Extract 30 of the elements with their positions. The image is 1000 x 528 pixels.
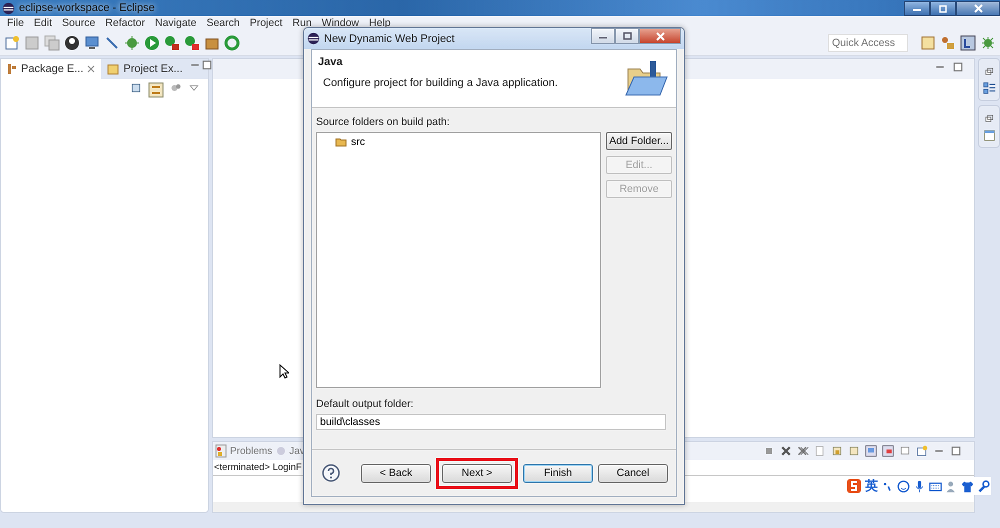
dialog-button[interactable]: < Back	[361, 464, 431, 482]
menu-item[interactable]: Window	[316, 17, 364, 29]
dialog-title: New Dynamic Web Project	[324, 32, 455, 44]
view-tab[interactable]: Project Ex...	[101, 59, 189, 79]
menu-item[interactable]: Refactor	[100, 17, 150, 29]
quick-access-field[interactable]: Quick Access	[828, 34, 908, 52]
menu-item[interactable]: Navigate	[150, 17, 202, 29]
source-folder-item[interactable]: src	[317, 135, 371, 149]
dialog-button[interactable]: Cancel	[598, 464, 668, 482]
view-tab[interactable]: Package E...	[1, 59, 102, 79]
menu-item[interactable]: Run	[287, 17, 317, 29]
menu-item[interactable]: Search	[201, 17, 245, 29]
page-heading: Java	[318, 56, 344, 68]
dialog-button[interactable]: Finish	[523, 464, 593, 482]
menu-item[interactable]: Edit	[28, 17, 58, 29]
source-folders-label: Source folders on build path:	[316, 116, 451, 128]
source-folder-list[interactable]: src	[316, 132, 601, 388]
output-folder-field[interactable]: build\classes	[316, 414, 666, 430]
page-description: Configure project for building a Java application.	[322, 77, 559, 89]
menu-item[interactable]: Source	[57, 17, 100, 29]
menu-item[interactable]: File	[2, 17, 29, 29]
window-title: eclipse-workspace - Eclipse	[19, 2, 155, 14]
console-text: <terminated> LoginF	[214, 462, 302, 473]
input-mode-label[interactable]: 英	[865, 477, 878, 495]
menu-item[interactable]: Help	[364, 17, 396, 29]
menu-item[interactable]: Project	[244, 17, 288, 29]
side-button[interactable]: Add Folder...	[606, 132, 672, 150]
output-folder-label: Default output folder:	[316, 398, 414, 410]
view-tab[interactable]: Problems	[215, 444, 272, 458]
dialog-button[interactable]: Next >	[442, 464, 512, 482]
